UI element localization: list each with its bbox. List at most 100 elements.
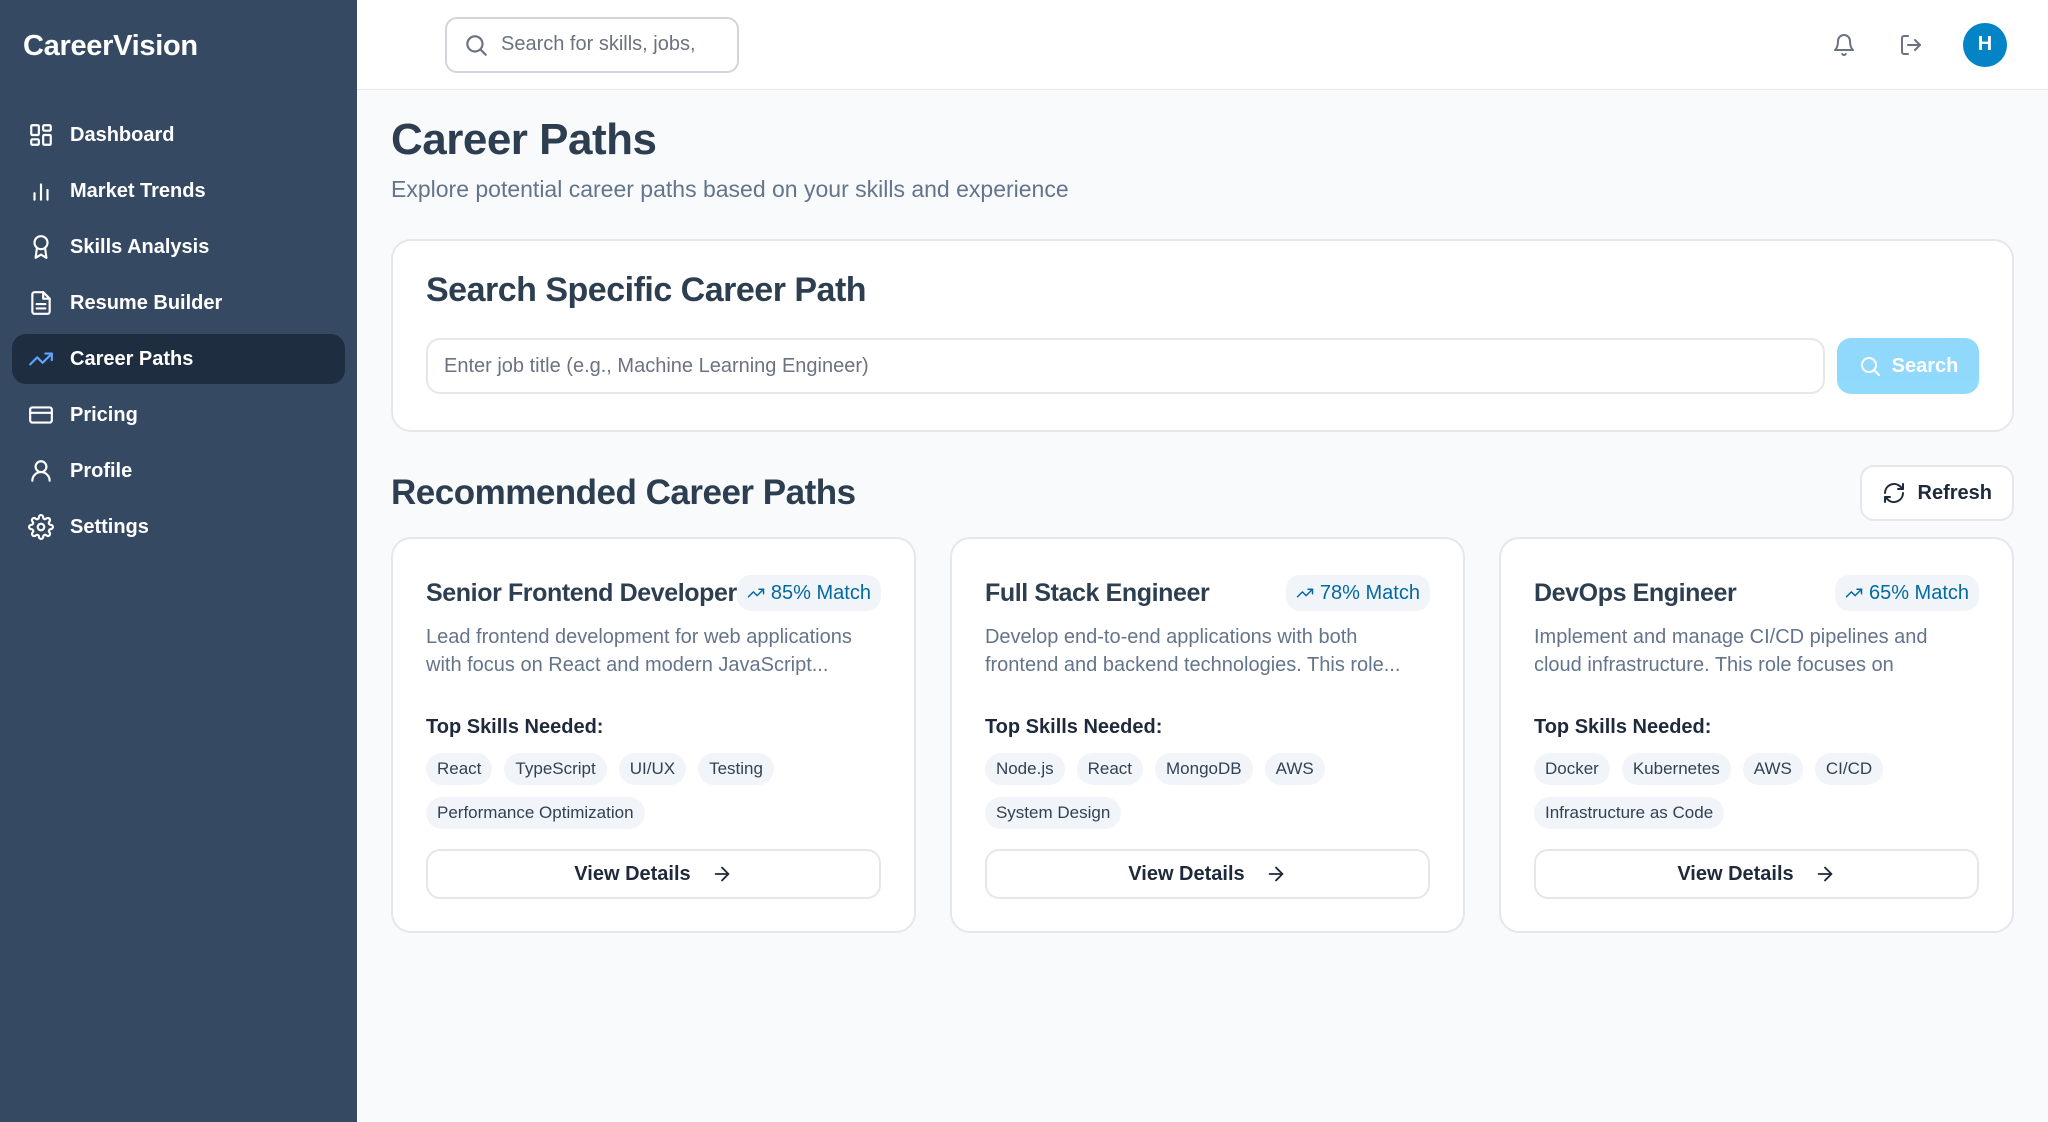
view-details-label: View Details <box>1677 862 1794 885</box>
sidebar-item-label: Career Paths <box>70 347 194 370</box>
recommended-header: Recommended Career Paths Refresh <box>391 465 2014 521</box>
sidebar-item-label: Dashboard <box>70 123 175 146</box>
page-title: Career Paths <box>391 115 657 164</box>
logout-button[interactable] <box>1896 30 1926 60</box>
search-icon <box>1860 357 1880 376</box>
skill-tag: TypeScript <box>504 753 607 785</box>
gear-icon <box>26 512 56 542</box>
view-details-label: View Details <box>1128 862 1245 885</box>
sidebar-item-label: Settings <box>70 515 149 538</box>
view-details-button[interactable]: View Details <box>426 849 881 899</box>
card-title: DevOps Engineer <box>1533 578 1737 607</box>
topbar: H <box>357 0 2048 90</box>
search-button[interactable]: Search <box>1837 338 1979 394</box>
skill-tag: Kubernetes <box>1621 753 1731 785</box>
skill-tag: Performance Optimization <box>426 797 645 829</box>
main-area: H Career Paths Explore potential career … <box>357 0 2048 1122</box>
sidebar-item-settings[interactable]: Settings <box>12 502 345 552</box>
skill-tag: System Design <box>984 797 1122 829</box>
match-badge: 78% Match <box>1285 575 1430 611</box>
notifications-button[interactable] <box>1829 30 1859 60</box>
bell-icon <box>1834 33 1854 56</box>
sidebar-item-market-trends[interactable]: Market Trends <box>12 166 345 216</box>
sidebar-item-resume-builder[interactable]: Resume Builder <box>12 278 345 328</box>
trending-up-icon <box>26 344 56 374</box>
match-badge: 85% Match <box>736 575 881 611</box>
skill-tag: CI/CD <box>1814 753 1884 785</box>
match-label: 85% Match <box>770 581 871 604</box>
refresh-button[interactable]: Refresh <box>1859 465 2014 521</box>
career-cards: Senior Frontend Developer 85% Match Lead f… <box>391 537 2015 933</box>
credit-card-icon <box>26 400 56 430</box>
search-button-label: Search <box>1891 354 1959 377</box>
avatar[interactable]: H <box>1963 22 2007 67</box>
sidebar-item-profile[interactable]: Profile <box>12 446 345 496</box>
refresh-label: Refresh <box>1917 481 1992 504</box>
sidebar-item-label: Market Trends <box>70 179 206 202</box>
global-search[interactable] <box>445 16 739 73</box>
arrow-right-icon <box>1817 866 1833 882</box>
card-header: Full Stack Engineer 78% Match <box>985 573 1430 613</box>
card-header: Senior Frontend Developer 85% Match <box>426 573 881 613</box>
logout-icon <box>1901 34 1921 55</box>
search-card-title: Search Specific Career Path <box>426 271 867 309</box>
dashboard-icon <box>26 120 56 150</box>
skill-tag: UI/UX <box>618 753 687 785</box>
user-icon <box>26 456 56 486</box>
skill-tag: AWS <box>1264 753 1325 785</box>
card-title: Full Stack Engineer <box>984 578 1210 607</box>
search-row: Enter job title (e.g., Machine Learning … <box>426 338 1979 394</box>
skill-tag: Infrastructure as Code <box>1533 797 1725 829</box>
skills-label: Top Skills Needed: <box>426 716 604 738</box>
skills-label: Top Skills Needed: <box>1533 716 1712 738</box>
skill-tag: Node.js <box>984 753 1065 785</box>
match-label: 65% Match <box>1868 581 1970 604</box>
skill-tag: AWS <box>1742 753 1803 785</box>
view-details-button[interactable]: View Details <box>1533 849 1980 899</box>
skills-list: React TypeScript UI/UX Testing Performance O… <box>426 753 881 829</box>
search-icon <box>466 34 487 56</box>
sidebar-item-label: Resume Builder <box>70 291 223 314</box>
content: Career Paths Explore potential career pa… <box>357 90 2048 933</box>
arrow-right-icon <box>714 866 729 882</box>
card-title: Senior Frontend Developer <box>426 578 737 607</box>
card-header: DevOps Engineer 65% Match <box>1533 573 1980 613</box>
card-description: Implement and manage CI/CD pipelines and… <box>1533 626 1928 676</box>
card-description: Lead frontend development for web applic… <box>426 626 852 676</box>
document-icon <box>26 288 56 318</box>
refresh-icon <box>1883 483 1904 503</box>
app-root: CareerVision Dashboard Market Trends Skill… <box>0 0 2048 1122</box>
skill-tag: MongoDB <box>1155 753 1253 785</box>
card-description: Develop end-to-end applications with bot… <box>984 626 1401 676</box>
skill-tag: React <box>426 753 493 785</box>
recommended-title: Recommended Career Paths <box>391 473 856 512</box>
match-label: 78% Match <box>1319 581 1420 604</box>
page-subtitle: Explore potential career paths based on … <box>391 176 1069 202</box>
global-search-input[interactable] <box>501 33 701 56</box>
award-icon <box>26 232 56 262</box>
arrow-right-icon <box>1268 866 1283 882</box>
trending-up-icon <box>1296 588 1314 598</box>
career-card: Full Stack Engineer 78% Match Develop end-… <box>949 537 1465 933</box>
skills-list: Node.js React MongoDB AWS System Design <box>984 753 1430 829</box>
view-details-button[interactable]: View Details <box>984 849 1430 899</box>
sidebar-item-dashboard[interactable]: Dashboard <box>12 110 345 160</box>
trending-up-icon <box>747 588 765 598</box>
view-details-label: View Details <box>574 862 691 885</box>
topbar-actions: H <box>1829 22 2008 67</box>
sidebar-item-career-paths[interactable]: Career Paths <box>12 334 345 384</box>
brand-logo[interactable]: CareerVision <box>12 0 345 110</box>
bar-chart-icon <box>26 176 56 206</box>
skill-tag: React <box>1076 753 1144 785</box>
trending-up-icon <box>1845 588 1863 598</box>
skills-label: Top Skills Needed: <box>984 716 1163 738</box>
sidebar-item-pricing[interactable]: Pricing <box>12 390 345 440</box>
job-title-input[interactable]: Enter job title (e.g., Machine Learning … <box>426 338 1825 394</box>
sidebar-item-skills-analysis[interactable]: Skills Analysis <box>12 222 345 272</box>
search-career-card: Search Specific Career Path Enter job ti… <box>391 239 2014 432</box>
sidebar-item-label: Pricing <box>70 403 138 426</box>
sidebar-item-label: Profile <box>70 459 133 482</box>
skill-tag: Testing <box>698 753 774 785</box>
sidebar-nav: Dashboard Market Trends Skills Analysis Res… <box>12 110 345 552</box>
match-badge: 65% Match <box>1834 575 1980 611</box>
